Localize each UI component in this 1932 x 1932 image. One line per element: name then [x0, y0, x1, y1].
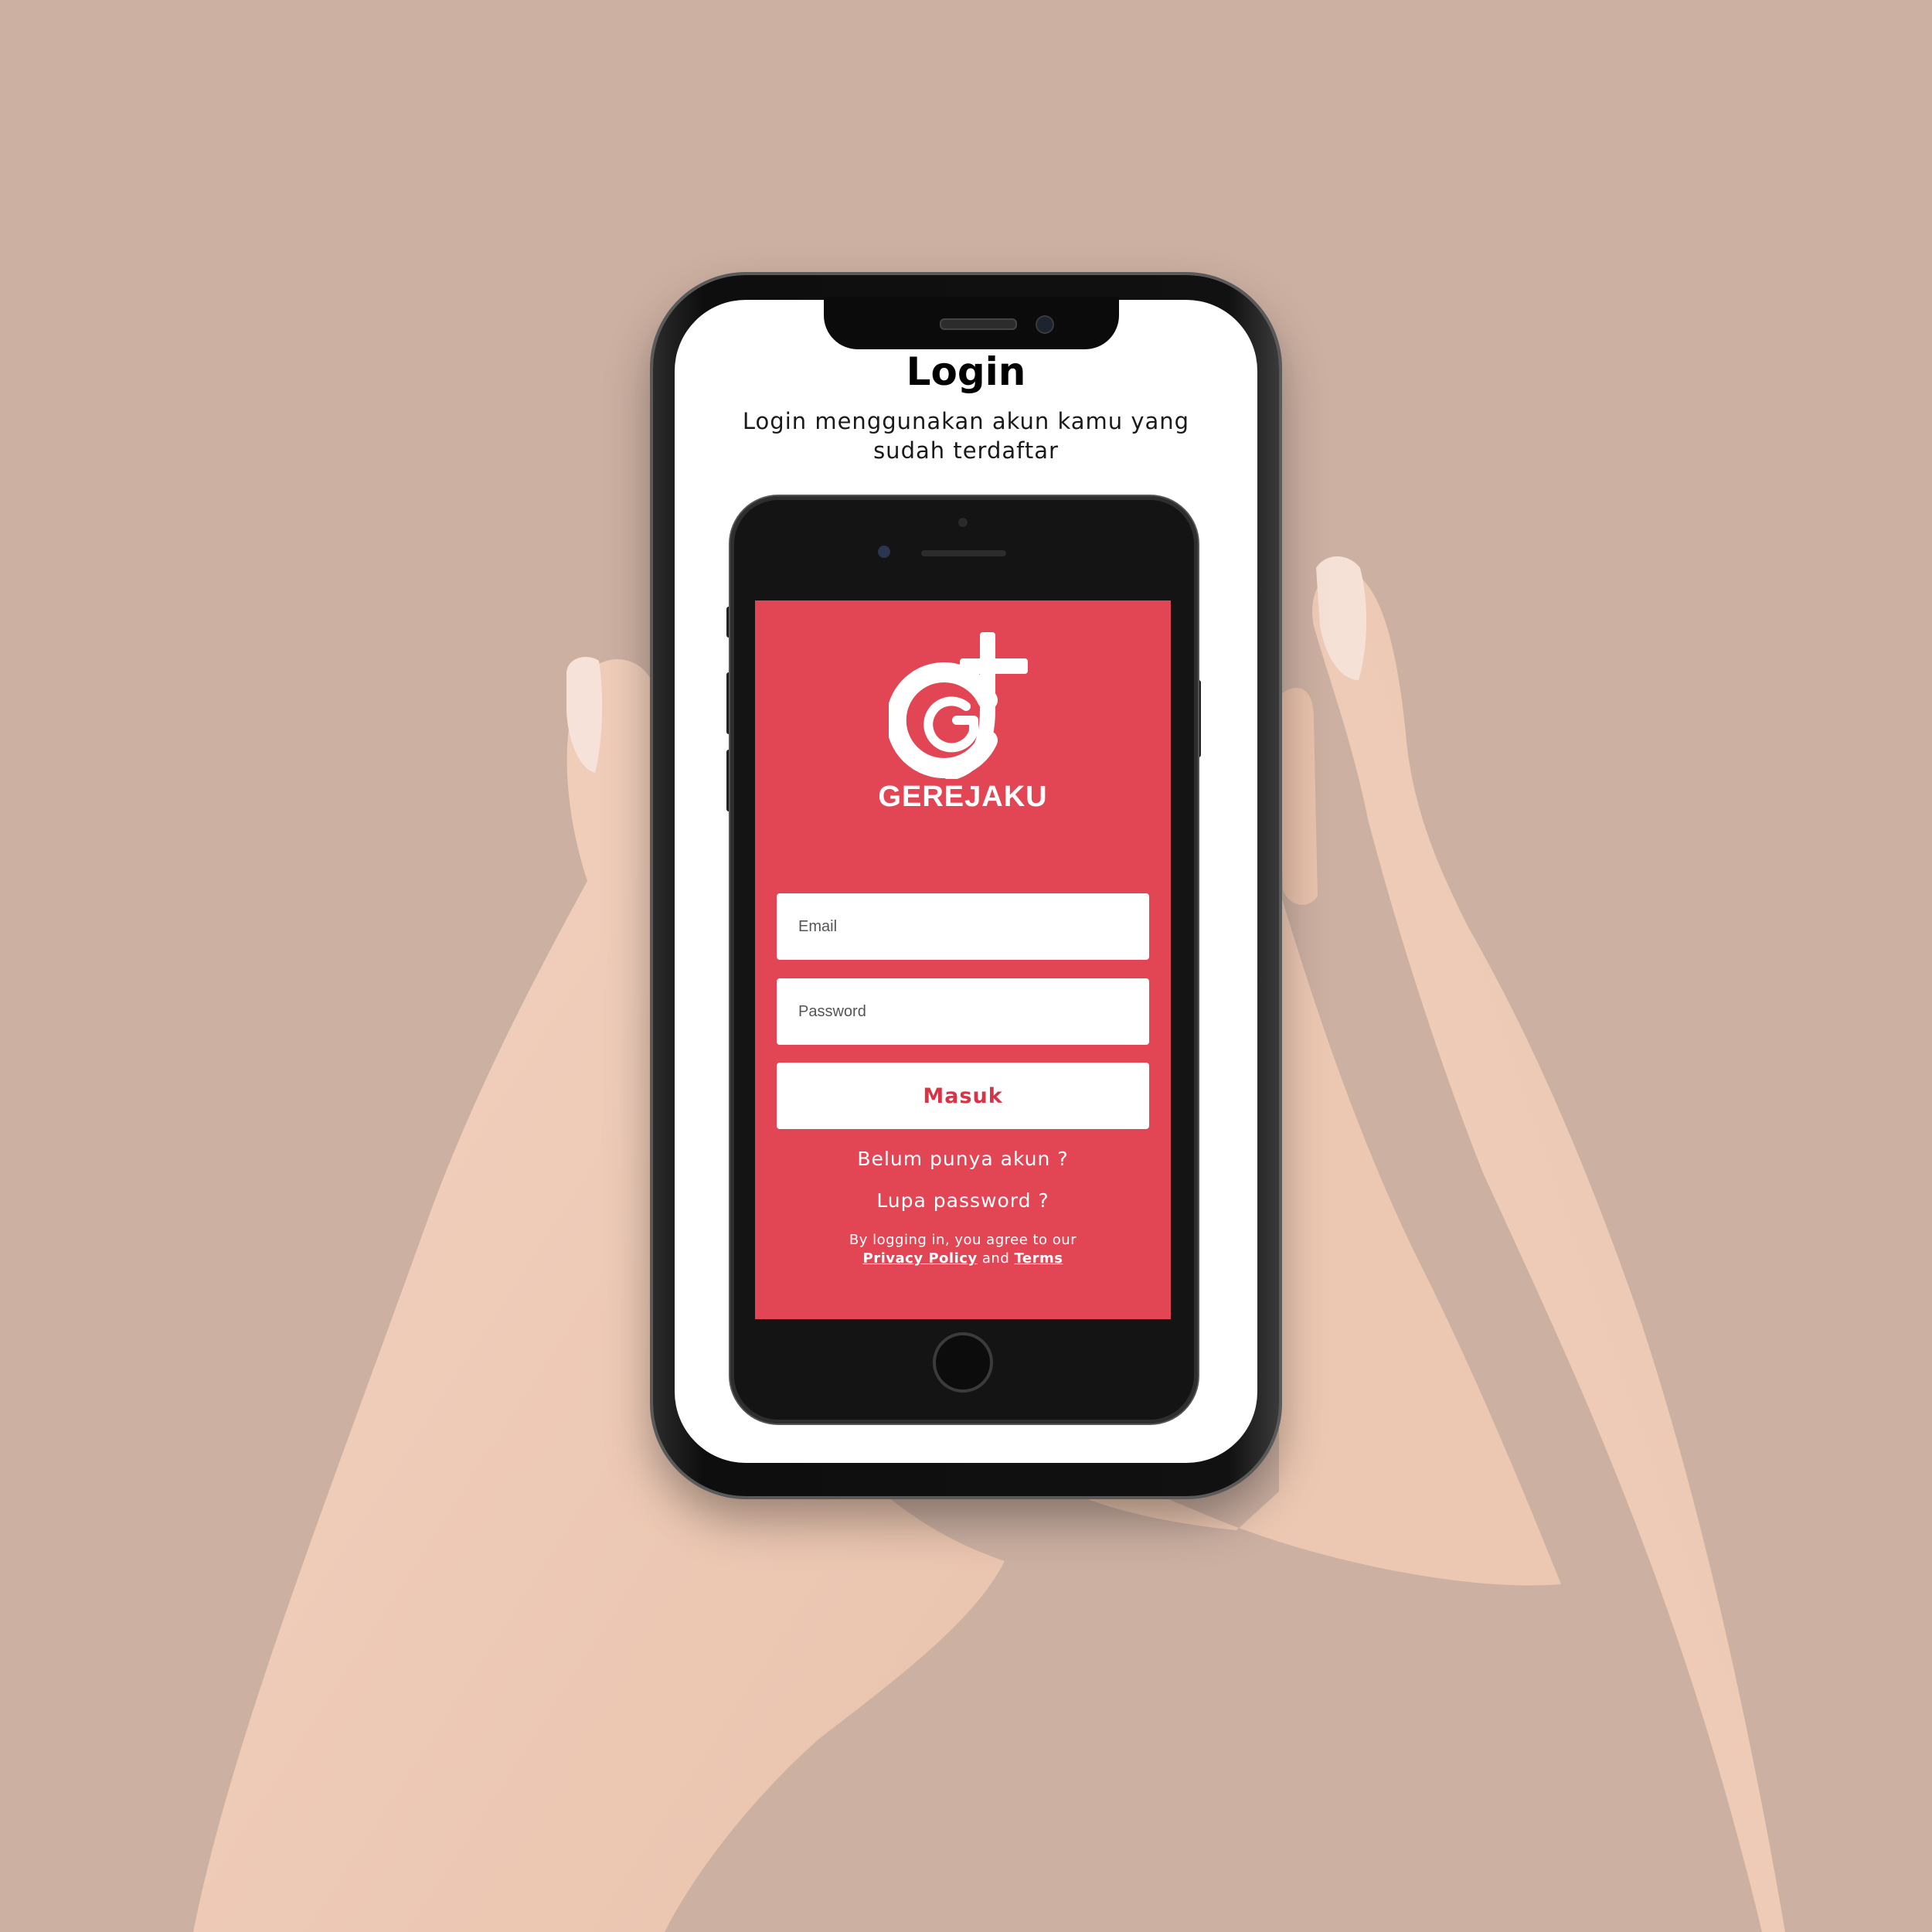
legal-links-row: Privacy Policy and Terms [755, 1250, 1171, 1268]
terms-link[interactable]: Terms [1014, 1250, 1063, 1267]
inner-earpiece [921, 550, 1006, 556]
legal-notice: By logging in, you agree to our Privacy … [755, 1231, 1171, 1268]
register-link[interactable]: Belum punya akun ? [755, 1148, 1171, 1170]
page-title: Login [906, 349, 1026, 394]
right-fingers [1279, 688, 1318, 905]
forgot-password-link[interactable]: Lupa password ? [755, 1189, 1171, 1212]
privacy-policy-link[interactable]: Privacy Policy [863, 1250, 978, 1267]
gerejaku-logo-icon [889, 632, 1028, 779]
page-subtitle: Login menggunakan akun kamu yang sudah t… [742, 408, 1190, 464]
inner-camera [958, 518, 968, 527]
legal-and: and [981, 1250, 1010, 1267]
speaker-grille [940, 318, 1017, 330]
front-camera [1036, 315, 1054, 334]
right-thumbnail [1316, 556, 1367, 680]
legal-prefix: By logging in, you agree to our [849, 1232, 1077, 1248]
scene: Login Login menggunakan akun kamu yang s… [0, 0, 1932, 1932]
password-field[interactable] [777, 978, 1149, 1045]
home-button[interactable] [933, 1332, 993, 1393]
brand-name: GEREJAKU [878, 781, 1048, 813]
email-field[interactable] [777, 893, 1149, 960]
inner-sensor [878, 546, 890, 558]
masuk-button[interactable]: Masuk [777, 1063, 1149, 1129]
